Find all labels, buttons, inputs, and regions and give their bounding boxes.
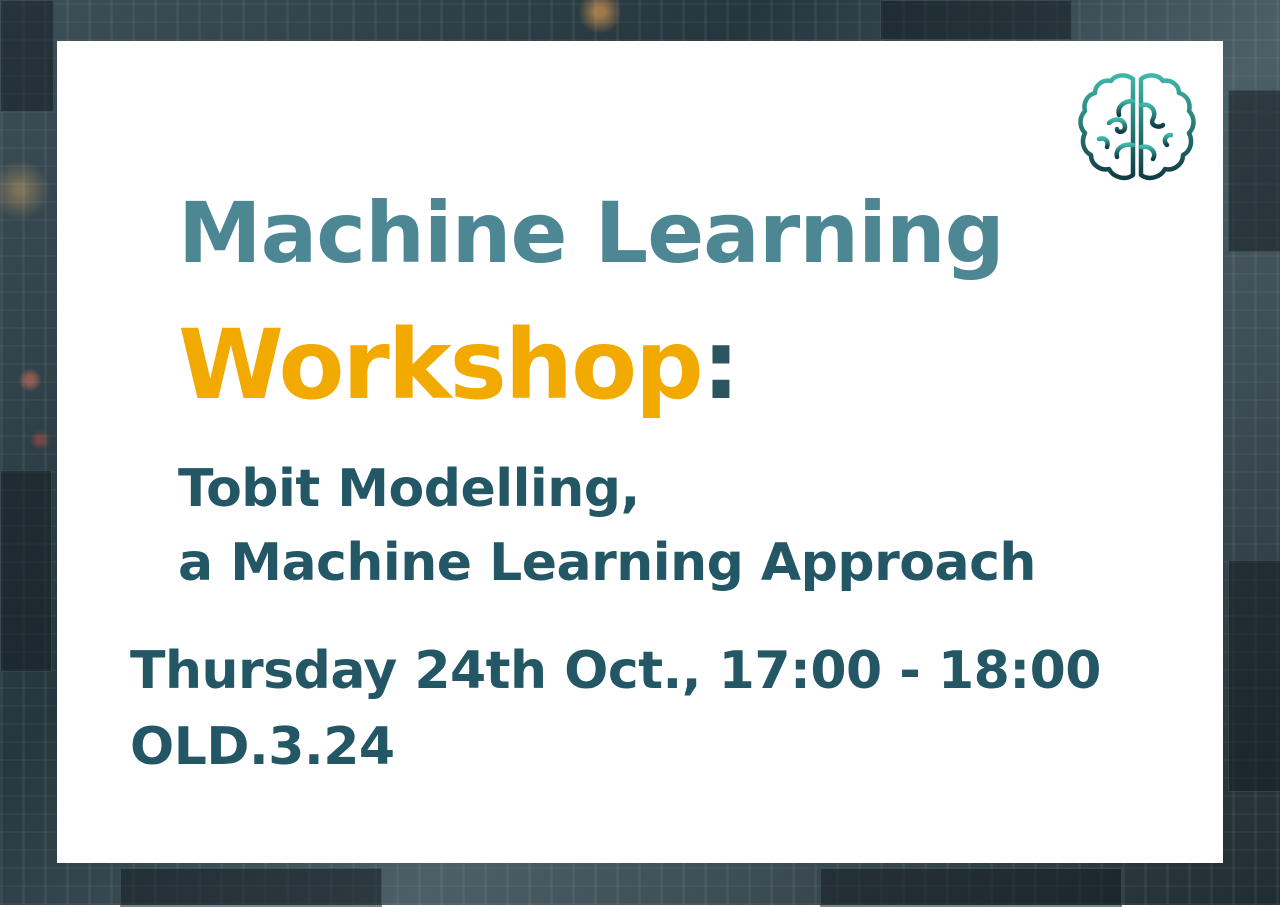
workshop-heading: Workshop: <box>178 317 740 413</box>
building-rooftop <box>0 470 52 672</box>
event-room: OLD.3.24 <box>130 717 395 777</box>
talk-title-line-2: a Machine Learning Approach <box>178 533 1036 593</box>
building-rooftop <box>820 868 1122 907</box>
event-datetime: Thursday 24th Oct., 17:00 - 18:00 <box>130 641 1102 701</box>
poster-card: Machine Learning Workshop: Tobit Modelli… <box>57 41 1223 863</box>
workshop-word: Workshop <box>178 309 704 421</box>
brain-icon <box>1078 73 1196 181</box>
building-rooftop <box>1228 560 1280 792</box>
building-rooftop <box>0 0 54 112</box>
workshop-title: Machine Learning <box>178 184 1005 282</box>
building-rooftop <box>880 0 1072 40</box>
talk-title-line-1: Tobit Modelling, <box>178 459 640 519</box>
building-rooftop <box>120 868 382 907</box>
heading-colon: : <box>701 309 740 421</box>
building-rooftop <box>1228 90 1280 252</box>
